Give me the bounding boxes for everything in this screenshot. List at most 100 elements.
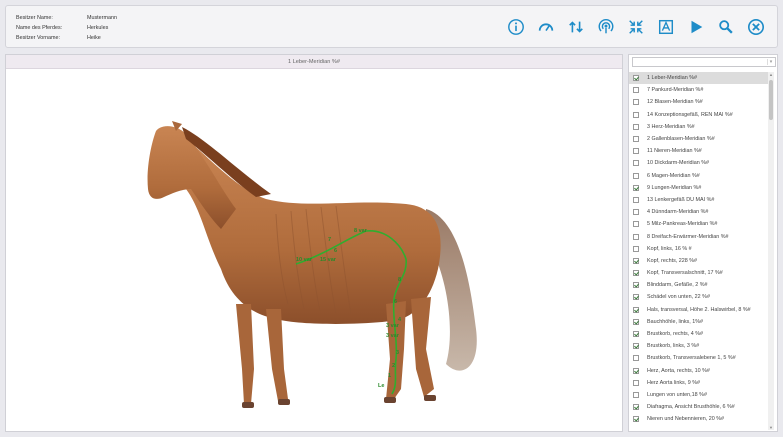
list-item[interactable]: Herz, Aorta, rechts, 10 %# bbox=[629, 365, 769, 377]
list-item-checkbox[interactable] bbox=[633, 148, 639, 155]
list-item-checkbox[interactable] bbox=[633, 160, 639, 167]
list-item-checkbox[interactable] bbox=[633, 331, 639, 338]
list-item-checkbox[interactable] bbox=[633, 87, 639, 94]
list-item-checkbox[interactable] bbox=[633, 257, 639, 264]
list-item[interactable]: Kopf, links, 16 % # bbox=[629, 243, 769, 255]
list-item[interactable]: 12 Blasen-Meridian %# bbox=[629, 96, 769, 108]
list-item-checkbox[interactable] bbox=[633, 136, 639, 143]
list-item[interactable]: Lungen von unten,18 %# bbox=[629, 389, 769, 401]
gauge-button[interactable] bbox=[535, 16, 557, 38]
list-item-checkbox[interactable] bbox=[633, 75, 639, 82]
list-item-checkbox[interactable] bbox=[633, 306, 639, 313]
list-item-label: 9 Lungen-Meridian %# bbox=[647, 184, 702, 191]
list-item-label: 11 Nieren-Meridian %# bbox=[647, 148, 702, 155]
compress-button[interactable] bbox=[625, 16, 647, 38]
list-item[interactable]: 11 Nieren-Meridian %# bbox=[629, 145, 769, 157]
info-icon bbox=[508, 19, 524, 35]
list-item-checkbox[interactable] bbox=[633, 318, 639, 325]
list-item-checkbox[interactable] bbox=[633, 233, 639, 240]
list-item[interactable]: 13 Lenkergefäß DU MAI %# bbox=[629, 194, 769, 206]
list-item[interactable]: 2 Gallenblasen-Meridian %# bbox=[629, 133, 769, 145]
play-icon bbox=[691, 20, 703, 34]
list-item[interactable]: Brustkorb, Transversalebene 1, 5 %# bbox=[629, 352, 769, 364]
list-item[interactable]: Kopf, rechts, 228 %# bbox=[629, 255, 769, 267]
list-item-checkbox[interactable] bbox=[633, 111, 639, 118]
list-item-checkbox[interactable] bbox=[633, 355, 639, 362]
list-item-label: Bauchhöhle, links, 1%# bbox=[647, 318, 704, 325]
list-item[interactable]: 9 Lungen-Meridian %# bbox=[629, 182, 769, 194]
list-item[interactable]: Blinddarm, Gefäße, 2 %# bbox=[629, 279, 769, 291]
list-item-checkbox[interactable] bbox=[633, 209, 639, 216]
list-item[interactable]: Kopf, Transversalschnitt, 17 %# bbox=[629, 267, 769, 279]
list-item-checkbox[interactable] bbox=[633, 196, 639, 203]
list-item-label: Brustkorb, links, 3 %# bbox=[647, 343, 700, 350]
list-item[interactable]: 3 Herz-Meridian %# bbox=[629, 121, 769, 133]
list-item[interactable]: Nieren und Nebennieren, 20 %# bbox=[629, 413, 769, 425]
list-item-checkbox[interactable] bbox=[633, 404, 639, 411]
meridian-label: 1 bbox=[388, 373, 391, 379]
list-item-checkbox[interactable] bbox=[633, 379, 639, 386]
list-scrollbar[interactable]: ▲ ▼ bbox=[768, 72, 774, 430]
list-item-checkbox[interactable] bbox=[633, 123, 639, 130]
compress-icon bbox=[629, 20, 643, 34]
list-item-checkbox[interactable] bbox=[633, 416, 639, 423]
image-button[interactable] bbox=[655, 16, 677, 38]
meridian-list: 1 Leber-Meridian %# 7 Pankurd-Meridian %#… bbox=[629, 72, 769, 430]
list-item-checkbox[interactable] bbox=[633, 172, 639, 179]
list-item-checkbox[interactable] bbox=[633, 391, 639, 398]
meridian-label: 3 var bbox=[386, 333, 400, 339]
search-button[interactable] bbox=[715, 16, 737, 38]
scroll-up-icon[interactable]: ▲ bbox=[768, 72, 774, 77]
list-item-checkbox[interactable] bbox=[633, 184, 639, 191]
filter-dropdown[interactable]: ▾ bbox=[632, 57, 776, 67]
list-item[interactable]: 7 Pankurd-Meridian %# bbox=[629, 84, 769, 96]
play-button[interactable] bbox=[685, 16, 707, 38]
list-item-checkbox[interactable] bbox=[633, 367, 639, 374]
list-item-label: 6 Magen-Meridian %# bbox=[647, 172, 700, 179]
broadcast-button[interactable] bbox=[595, 16, 617, 38]
image-icon bbox=[658, 19, 674, 35]
list-item[interactable]: Schädel von unten, 22 %# bbox=[629, 291, 769, 303]
list-item[interactable]: Brustkorb, rechts, 4 %# bbox=[629, 328, 769, 340]
list-item[interactable]: 14 Konzeptionsgefäß, REN MAI %# bbox=[629, 109, 769, 121]
list-item[interactable]: Diafragma, Ansicht Brusthöhle, 6 %# bbox=[629, 401, 769, 413]
scroll-down-icon[interactable]: ▼ bbox=[768, 425, 774, 430]
list-item[interactable]: Herz Aorta links, 9 %# bbox=[629, 377, 769, 389]
scroll-thumb[interactable] bbox=[769, 80, 773, 120]
list-item-checkbox[interactable] bbox=[633, 343, 639, 350]
list-item-label: 8 Dreifach-Erwärmer-Meridian %# bbox=[647, 233, 729, 240]
list-item[interactable]: Hals, transversal, Höhe 2. Halswirbel, 8… bbox=[629, 304, 769, 316]
list-item-label: 1 Leber-Meridian %# bbox=[647, 75, 698, 82]
swap-button[interactable] bbox=[565, 16, 587, 38]
list-item[interactable]: 8 Dreifach-Erwärmer-Meridian %# bbox=[629, 230, 769, 242]
list-item-label: Kopf, links, 16 % # bbox=[647, 245, 692, 252]
meridian-label: 7 bbox=[328, 237, 331, 243]
meridian-label: 6 bbox=[334, 248, 337, 254]
patient-info: Besitzer Name: Mustermann Name des Pferde… bbox=[16, 13, 117, 43]
list-item-checkbox[interactable] bbox=[633, 221, 639, 228]
list-item-label: 7 Pankurd-Meridian %# bbox=[647, 87, 704, 94]
list-item-label: 4 Dünndarm-Meridian %# bbox=[647, 209, 709, 216]
gauge-icon bbox=[538, 23, 554, 32]
list-item-checkbox[interactable] bbox=[633, 245, 639, 252]
horse-stage[interactable]: 8 var 7 6 10 var 15 var 8 6 4 3 var 3 va… bbox=[6, 69, 622, 431]
header-panel: Besitzer Name: Mustermann Name des Pferde… bbox=[5, 5, 778, 48]
list-item-checkbox[interactable] bbox=[633, 294, 639, 301]
list-item-checkbox[interactable] bbox=[633, 282, 639, 289]
list-item[interactable]: 6 Magen-Meridian %# bbox=[629, 170, 769, 182]
toolbar bbox=[505, 16, 767, 38]
list-item[interactable]: 10 Dickdarm-Meridian %# bbox=[629, 157, 769, 169]
list-item[interactable]: 4 Dünndarm-Meridian %# bbox=[629, 206, 769, 218]
list-item[interactable]: 5 Milz-Pankreas-Meridian %# bbox=[629, 218, 769, 230]
list-item-label: Kopf, Transversalschnitt, 17 %# bbox=[647, 270, 723, 277]
close-button[interactable] bbox=[745, 16, 767, 38]
list-item[interactable]: 1 Leber-Meridian %# bbox=[629, 72, 769, 85]
meridian-label: 10 var bbox=[296, 257, 313, 263]
list-item-label: Hals, transversal, Höhe 2. Halswirbel, 8… bbox=[647, 306, 751, 313]
list-item[interactable]: Bauchhöhle, links, 1%# bbox=[629, 316, 769, 328]
list-item-checkbox[interactable] bbox=[633, 270, 639, 277]
list-item-checkbox[interactable] bbox=[633, 99, 639, 106]
info-button[interactable] bbox=[505, 16, 527, 38]
meridian-list-panel: ▾ 1 Leber-Meridian %# 7 Pankurd-Meridian … bbox=[628, 54, 778, 432]
list-item[interactable]: Brustkorb, links, 3 %# bbox=[629, 340, 769, 352]
